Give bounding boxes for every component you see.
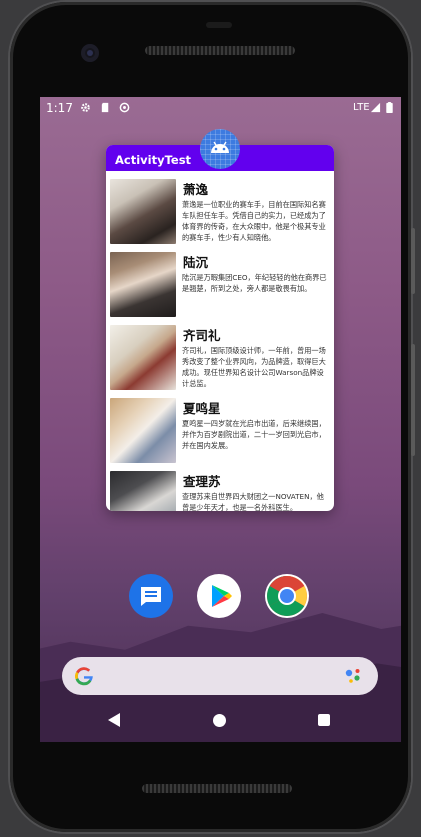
device-screen: 1:17 LTE ActivityTest 萧逸 萧逸是一位职业的赛车手，目前在… [40, 97, 401, 742]
play-triangle-icon [212, 585, 232, 607]
list-item[interactable]: 陆沉 陆沉是万暇集团CEO，年纪轻轻的他在商界已是翘楚，所到之处，旁人都是敬畏有… [106, 252, 334, 325]
app-window[interactable]: ActivityTest 萧逸 萧逸是一位职业的赛车手，目前在国际知名赛车队担任… [106, 145, 334, 511]
character-name: 陆沉 [183, 255, 209, 270]
character-list[interactable]: 萧逸 萧逸是一位职业的赛车手，目前在国际知名赛车队担任车手。凭借自己的实力，已经… [106, 179, 334, 511]
android-app-icon [200, 129, 240, 169]
messages-app-icon[interactable] [129, 574, 173, 618]
speaker-notch [206, 22, 232, 28]
list-item[interactable]: 查理苏 查理苏来自世界四大财团之一NOVATEN，他曾是少年天才，也是一名外科医… [106, 471, 334, 511]
app-title: ActivityTest [115, 153, 192, 167]
character-name: 萧逸 [183, 182, 209, 197]
top-speaker-grille [145, 46, 295, 55]
gear-icon [81, 103, 90, 112]
character-description: 夏鸣星一四岁就在光启市出道，后来继续国，并作为百岁剧院出道，二十一岁回到光启市，… [182, 419, 326, 450]
front-camera [81, 44, 99, 62]
list-item[interactable]: 齐司礼 齐司礼，国际顶级设计师，一年前，曾用一场秀改变了整个业界风向，为品牌造，… [106, 325, 334, 398]
back-icon[interactable] [107, 712, 121, 728]
phone-frame: 1:17 LTE ActivityTest 萧逸 萧逸是一位职业的赛车手，目前在… [10, 2, 411, 832]
character-name: 齐司礼 [183, 328, 221, 343]
play-store-app-icon[interactable] [197, 574, 241, 618]
google-assistant-icon [345, 669, 360, 683]
character-portrait [110, 325, 176, 390]
character-portrait [110, 179, 176, 244]
signal-icon [370, 102, 381, 113]
character-description: 陆沉是万暇集团CEO，年纪轻轻的他在商界已是翘楚，所到之处，旁人都是敬畏有加。 [182, 273, 327, 293]
bottom-speaker-grille [142, 784, 292, 793]
character-description: 齐司礼，国际顶级设计师，一年前，曾用一场秀改变了整个业界风向，为品牌造，取得巨大… [182, 346, 326, 388]
recent-apps-icon[interactable] [318, 714, 330, 726]
system-navigation-bar [40, 701, 401, 742]
list-item[interactable]: 夏鸣星 夏鸣星一四岁就在光启市出道，后来继续国，并作为百岁剧院出道，二十一岁回到… [106, 398, 334, 471]
battery-icon [386, 102, 393, 113]
character-portrait [110, 252, 176, 317]
character-description: 查理苏来自世界四大财团之一NOVATEN，他曾是少年天才，也是一名外科医生。 [182, 492, 324, 511]
android-robot-icon [211, 141, 229, 153]
network-type: LTE [353, 102, 370, 113]
character-portrait [110, 471, 176, 511]
chrome-logo-icon [267, 576, 307, 616]
character-name: 夏鸣星 [183, 401, 221, 416]
chrome-app-icon[interactable] [265, 574, 309, 618]
power-button [411, 228, 415, 294]
character-description: 萧逸是一位职业的赛车手，目前在国际知名赛车队担任车手。凭借自己的实力，已经成为了… [182, 200, 326, 242]
character-portrait [110, 398, 176, 463]
sync-icon [119, 102, 130, 113]
list-item[interactable]: 萧逸 萧逸是一位职业的赛车手，目前在国际知名赛车队担任车手。凭借自己的实力，已经… [106, 179, 334, 252]
volume-button [411, 344, 415, 456]
google-g-icon [75, 667, 93, 686]
home-icon[interactable] [213, 714, 226, 727]
message-bubble-icon [141, 587, 161, 606]
character-name: 查理苏 [183, 474, 221, 489]
sd-card-icon [101, 102, 109, 113]
google-search-bar[interactable] [62, 657, 378, 695]
status-time: 1:17 [46, 101, 73, 115]
status-bar: 1:17 LTE [40, 97, 401, 119]
